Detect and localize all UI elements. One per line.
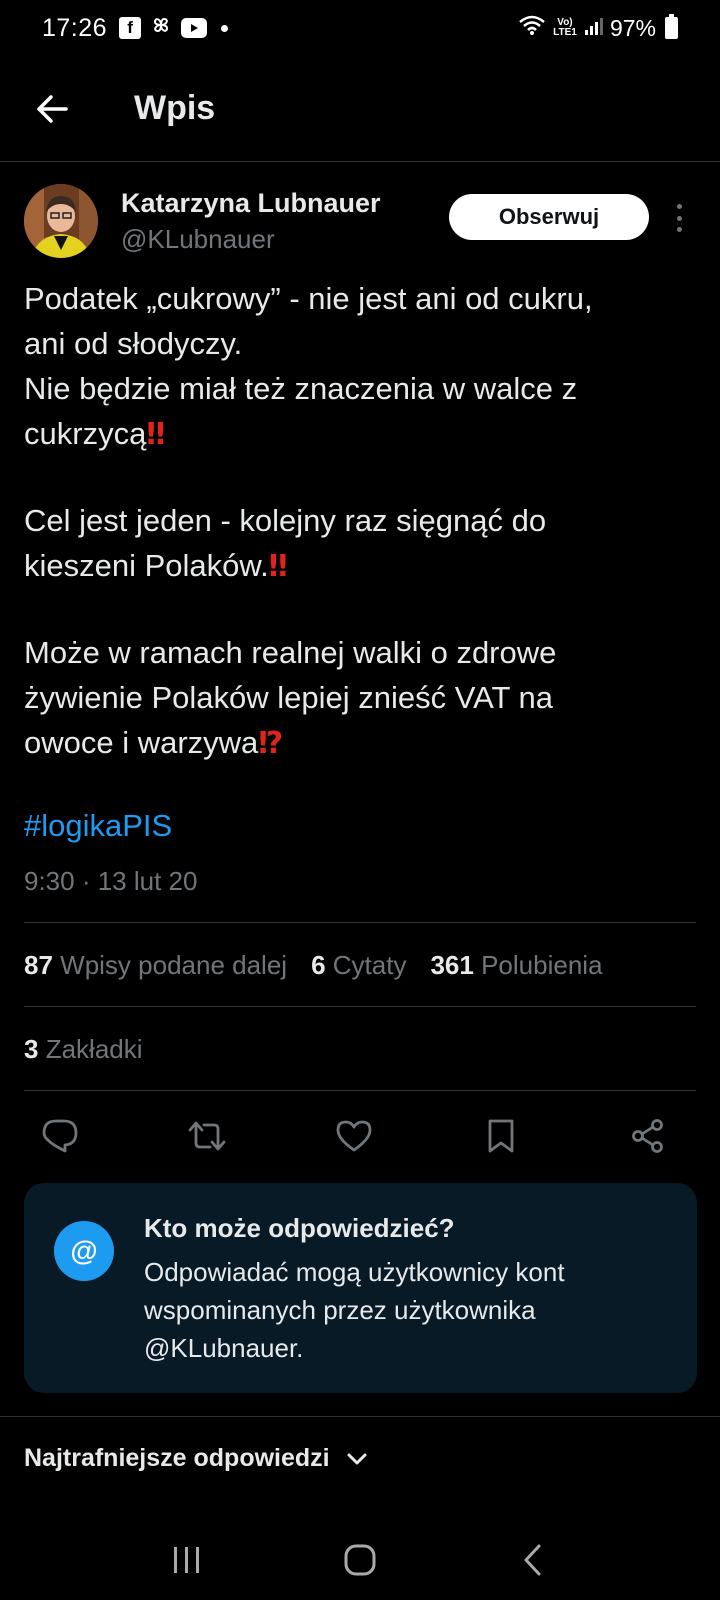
battery-icon — [665, 14, 678, 39]
notification-icons: f — [119, 13, 229, 44]
recents-icon — [173, 1547, 199, 1573]
tweet-line: owoce i warzywa⁉ — [24, 720, 696, 766]
more-dot — [676, 215, 682, 221]
tweet-text: Podatek „cukrowy” - nie jest ani od cukr… — [24, 276, 696, 766]
quotes-stat[interactable]: 6 Cytaty — [311, 950, 406, 981]
battery-percent: 97% — [609, 14, 656, 41]
interrobang-emoji: ⁉ — [258, 726, 283, 761]
lte-indicator: Vo) LTE1 — [553, 17, 577, 38]
tweet-actions — [36, 1112, 672, 1160]
tweet-line-text: owoce i warzywa — [24, 725, 259, 760]
tweet-line: żywienie Polaków lepiej znieść VAT na — [24, 680, 553, 715]
home-button[interactable] — [330, 1530, 390, 1590]
retweets-stat[interactable]: 87 Wpisy podane dalej — [24, 950, 287, 981]
reply-card-description: Odpowiadać mogą użytkownicy kont wspomin… — [144, 1257, 565, 1363]
status-time: 17:26 — [42, 13, 108, 42]
sort-label: Najtrafniejsze odpowiedzi — [24, 1444, 330, 1472]
tweet-line: cukrzycą‼ — [24, 411, 696, 457]
tweet-line: Może w ramach realnej walki o zdrowe — [24, 635, 557, 670]
top-app-bar: Wpis — [0, 56, 720, 162]
follow-button[interactable]: Obserwuj — [449, 194, 649, 240]
chevron-down-icon — [347, 1453, 367, 1464]
retweets-label: Wpisy podane dalej — [60, 950, 288, 980]
bookmarks-count: 3 — [24, 1034, 39, 1064]
facebook-icon: f — [119, 17, 142, 39]
avatar[interactable] — [24, 184, 98, 258]
retweet-button[interactable] — [183, 1112, 231, 1160]
likes-stat[interactable]: 361 Polubienia — [430, 950, 602, 981]
page-title: Wpis — [134, 89, 216, 127]
status-bar: 17:26 f Vo) LTE1 97% — [0, 0, 720, 56]
signal-icon — [584, 15, 604, 42]
wifi-icon — [518, 14, 546, 42]
reply-restriction-card: @ Kto może odpowiedzieć? Odpowiadać mogą… — [24, 1183, 697, 1393]
share-button[interactable] — [624, 1112, 672, 1160]
likes-count: 361 — [430, 950, 474, 980]
pinwheel-icon — [149, 13, 173, 44]
more-notifications-dot — [221, 24, 229, 32]
tweet-line: Podatek „cukrowy” - nie jest ani od cukr… — [24, 281, 593, 316]
tweet-line-text: kieszeni Polaków. — [24, 548, 269, 583]
tweet-author: Katarzyna Lubnauer @KLubnauer Obserwuj — [24, 184, 696, 262]
double-exclamation-emoji: ‼ — [268, 549, 288, 584]
retweet-icon — [188, 1121, 226, 1151]
more-vertical-icon — [676, 204, 682, 209]
tweet-line-text: cukrzycą — [24, 416, 147, 451]
divider — [0, 1416, 720, 1417]
tweet-line: Cel jest jeden - kolejny raz sięgnąć do — [24, 503, 547, 538]
back-button[interactable] — [22, 79, 82, 139]
reply-button[interactable] — [36, 1112, 84, 1160]
double-exclamation-emoji: ‼ — [146, 417, 165, 452]
youtube-icon — [181, 18, 208, 38]
system-navigation-bar — [0, 1520, 720, 1600]
at-icon: @ — [54, 1221, 114, 1281]
reply-card-title: Kto może odpowiedzieć? — [144, 1213, 455, 1243]
divider — [24, 1090, 696, 1091]
more-dot — [676, 227, 682, 232]
share-icon — [632, 1119, 663, 1153]
home-icon — [344, 1544, 376, 1576]
bookmark-icon — [488, 1119, 514, 1153]
back-icon — [524, 1544, 541, 1576]
author-name[interactable]: Katarzyna Lubnauer — [121, 188, 381, 219]
author-handle[interactable]: @KLubnauer — [121, 224, 275, 255]
bookmarks-stat[interactable]: 3 Zakładki — [24, 1034, 143, 1065]
retweets-count: 87 — [24, 950, 53, 980]
quotes-label: Cytaty — [332, 950, 407, 980]
divider — [24, 922, 696, 923]
tweet-line: kieszeni Polaków.‼ — [24, 543, 696, 589]
system-back-button[interactable] — [503, 1530, 563, 1590]
recents-button[interactable] — [157, 1530, 217, 1590]
engagement-stats: 87 Wpisy podane dalej 6 Cytaty 361 Polub… — [24, 950, 627, 981]
divider — [24, 1006, 696, 1007]
hashtag-link[interactable]: #logikaPIS — [24, 808, 172, 844]
system-icons: Vo) LTE1 97% — [518, 14, 678, 42]
bookmarks-label: Zakładki — [45, 1034, 143, 1064]
tweet-line: ani od słodyczy. — [24, 326, 243, 361]
more-options-button[interactable] — [669, 200, 689, 236]
back-arrow-icon — [37, 94, 68, 123]
likes-label: Polubienia — [481, 950, 603, 980]
bookmark-button[interactable] — [477, 1112, 525, 1160]
like-icon — [336, 1120, 372, 1152]
replies-sort-dropdown[interactable]: Najtrafniejsze odpowiedzi — [24, 1444, 368, 1473]
like-button[interactable] — [330, 1112, 378, 1160]
quotes-count: 6 — [311, 950, 326, 980]
reply-icon — [42, 1119, 78, 1153]
tweet-line: Nie będzie miał też znaczenia w walce z — [24, 371, 578, 406]
tweet-timestamp[interactable]: 9:30 · 13 lut 20 — [24, 866, 197, 897]
